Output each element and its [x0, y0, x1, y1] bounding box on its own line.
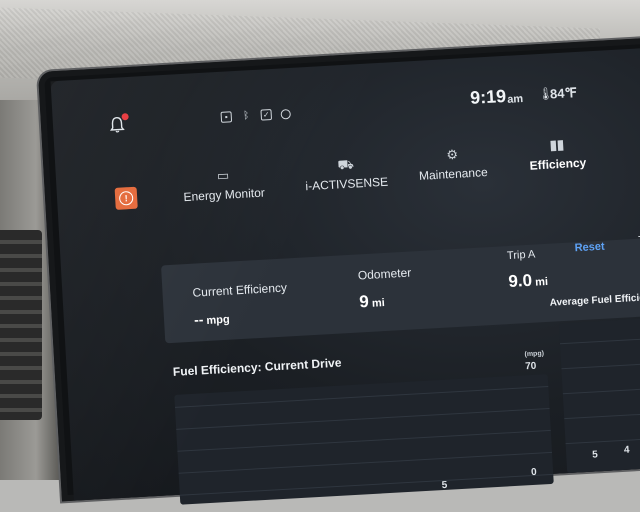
- tab-efficiency[interactable]: ▮▮ Efficiency: [517, 135, 599, 173]
- current-drive-chart-title: Fuel Efficiency: Current Drive: [172, 355, 342, 379]
- trip-a-label: Trip A: [506, 248, 536, 263]
- trip-a-number: 9.0: [507, 270, 533, 292]
- current-efficiency-number: --: [193, 311, 204, 328]
- odometer-value: 9 mi: [359, 291, 385, 312]
- grid-line: [177, 429, 551, 452]
- odometer-number: 9: [358, 291, 370, 312]
- wrench-icon: ⚙: [446, 146, 459, 163]
- clock-time: 9:19: [469, 85, 507, 108]
- x-axis-label: 5: [441, 479, 448, 492]
- grid-line: [176, 407, 550, 430]
- battery-icon: ▭: [216, 167, 230, 184]
- y-axis-max: 70: [524, 360, 537, 373]
- grid-line: [559, 336, 640, 345]
- tab-energy-monitor[interactable]: ▭ Energy Monitor: [168, 165, 280, 205]
- bar-chart-icon: ▮▮: [549, 136, 565, 153]
- bluetooth-icon: ᛒ: [242, 110, 250, 122]
- infotainment-screen: ▪ ᛒ ✓ 9:19 am 🌡︎ 84℉ ! ▭ Energy Monitor …: [50, 47, 640, 505]
- message-icon: ▪: [220, 111, 233, 123]
- tab-label: Maintenance: [418, 165, 489, 183]
- reset-button[interactable]: Reset: [574, 241, 605, 255]
- grid-line: [179, 473, 554, 496]
- y-axis-min: 0: [530, 466, 537, 479]
- current-drive-chart: [174, 374, 554, 505]
- tab-label: Efficiency: [529, 155, 587, 173]
- trip-a-value: 9.0 mi: [508, 270, 549, 292]
- status-icons: ▪ ᛒ ✓: [220, 108, 292, 123]
- infotainment-bezel: ▪ ᛒ ✓ 9:19 am 🌡︎ 84℉ ! ▭ Energy Monitor …: [38, 37, 640, 505]
- alert-button[interactable]: !: [114, 186, 138, 210]
- tab-maintenance[interactable]: ⚙ Maintenance: [407, 145, 499, 184]
- grid-line: [174, 386, 549, 408]
- tab-label: Energy Monitor: [183, 185, 266, 205]
- current-efficiency-value: -- mpg: [193, 310, 231, 328]
- y-axis-unit: (mpg): [524, 350, 545, 359]
- outside-temperature: 84℉: [549, 84, 578, 102]
- info-icon: !: [118, 190, 134, 206]
- current-efficiency-label: Current Efficiency: [192, 280, 288, 300]
- avg-x-label-1: 5: [591, 449, 599, 461]
- odometer-unit: mi: [371, 297, 386, 310]
- signal-icon: [280, 108, 291, 120]
- grid-line: [178, 451, 553, 474]
- tab-i-activsense[interactable]: ⛟ i-ACTIVSENSE: [295, 154, 397, 194]
- grid-line: [562, 386, 640, 395]
- grid-line: [565, 436, 640, 445]
- grid-line: [561, 361, 640, 370]
- bell-icon[interactable]: [109, 113, 129, 134]
- trip-a-unit: mi: [534, 275, 549, 289]
- notification-dot: [121, 113, 129, 121]
- car-icon: ⛟: [337, 156, 355, 173]
- checkbox-icon: ✓: [260, 109, 273, 121]
- grid-line: [564, 411, 640, 420]
- current-efficiency-unit: mpg: [206, 313, 231, 327]
- tab-label: i-ACTIVSENSE: [305, 174, 389, 194]
- clock-ampm: am: [506, 92, 524, 106]
- avg-x-label-2: 4: [623, 444, 630, 456]
- air-vent: [0, 230, 42, 420]
- odometer-label: Odometer: [357, 265, 412, 283]
